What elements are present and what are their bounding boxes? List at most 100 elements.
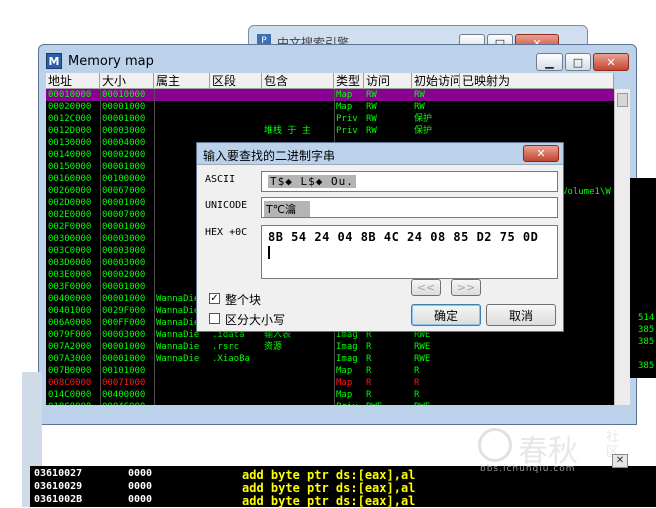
right-fragment: 385: [638, 361, 655, 371]
disasm-instruction: add byte ptr ds:[eax],al: [242, 481, 416, 495]
table-cell: 00010000: [48, 90, 92, 100]
table-cell: [156, 113, 210, 125]
table-cell: R: [366, 366, 372, 376]
table-row[interactable]: 018C00000004C000PrivRWERWE: [46, 401, 614, 405]
cancel-button[interactable]: 取消: [486, 304, 556, 326]
table-cell: [212, 101, 262, 113]
column-header-address[interactable]: 地址: [46, 73, 100, 89]
table-cell: 00150000: [48, 162, 92, 172]
table-cell: 0012C000: [48, 114, 92, 124]
column-header-size[interactable]: 大小: [100, 73, 154, 89]
right-fragment: 385: [638, 325, 655, 335]
table-cell: [462, 341, 612, 353]
table-row[interactable]: 0012D000 00003000 堆栈 于 主 Priv RW 保护: [46, 125, 614, 137]
table-cell: [264, 365, 334, 377]
table-cell: 00101000: [102, 366, 146, 376]
table-cell: 00401000: [48, 306, 92, 316]
table-cell: 00001000: [102, 354, 146, 364]
table-cell: [264, 89, 334, 101]
table-cell: 00002000: [102, 270, 146, 280]
table-cell: [156, 89, 210, 101]
table-cell: RWE: [414, 342, 431, 352]
table-cell: Map: [336, 102, 353, 112]
table-cell: 00001000: [102, 222, 146, 232]
table-row[interactable]: 008C0000 00071000 Map R R: [46, 377, 614, 389]
dialog-title: 输入要查找的二进制字串: [203, 149, 336, 163]
table-row[interactable]: 0012C000 00001000 Priv RW 保护: [46, 113, 614, 125]
close-button[interactable]: ✕: [593, 53, 629, 71]
table-row[interactable]: 007B0000 00101000 Map R R: [46, 365, 614, 377]
table-cell: Priv: [336, 401, 364, 405]
table-cell: Map: [336, 378, 353, 388]
table-cell: [264, 101, 334, 113]
table-cell: [212, 377, 262, 389]
background-panel: [630, 178, 656, 378]
table-cell: [212, 89, 262, 101]
table-cell: 00010000: [102, 90, 146, 100]
table-cell: Map: [336, 90, 353, 100]
unicode-field[interactable]: T℃瀹: [261, 197, 558, 218]
table-cell: 00071000: [102, 378, 146, 388]
scroll-thumb[interactable]: [617, 93, 628, 107]
table-cell: 0004C000: [102, 401, 154, 405]
table-cell: Priv: [336, 114, 358, 124]
table-cell: 00140000: [48, 150, 92, 160]
table-cell: 002E0000: [48, 210, 92, 220]
close-icon[interactable]: ✕: [612, 454, 628, 468]
table-row[interactable]: 00020000 00001000 Map RW RW: [46, 101, 614, 113]
table-cell: 00001000: [102, 294, 146, 304]
table-row[interactable]: 00010000 00010000 Map RW RW: [46, 89, 614, 101]
watermark-site: bbs.ichunqiu.com: [480, 464, 576, 474]
maximize-button[interactable]: □: [565, 53, 591, 71]
disasm-instruction: add byte ptr ds:[eax],al: [242, 468, 416, 482]
column-header-section[interactable]: 区段: [210, 73, 262, 89]
hex-field[interactable]: 8B 54 24 04 8B 4C 24 08 85 D2 75 0D: [261, 225, 558, 279]
table-cell: 保护: [414, 126, 433, 136]
column-header-type[interactable]: 类型: [334, 73, 364, 89]
case-sensitive-checkbox[interactable]: [209, 313, 220, 324]
table-cell: Imag: [336, 342, 358, 352]
table-cell: 00400000: [102, 390, 146, 400]
table-cell: 00003000: [102, 258, 146, 268]
table-row[interactable]: 007A2000 00001000 WannaDie .rsrc 资源 Imag R RWE: [46, 341, 614, 353]
ascii-value: T$◆ L$◆ Ou.: [268, 175, 356, 188]
table-cell: [462, 365, 612, 377]
dialog-close-button[interactable]: ✕: [523, 145, 559, 162]
table-cell: WannaDie: [156, 342, 200, 352]
app-icon: M: [46, 53, 62, 69]
disasm-bytes: 0000: [128, 494, 153, 505]
table-cell: 007A3000: [48, 354, 92, 364]
column-header-initial-access[interactable]: 初始访问: [412, 73, 460, 89]
binary-search-dialog: 输入要查找的二进制字串 ✕ ASCII T$◆ L$◆ Ou. UNICODE …: [196, 142, 564, 332]
table-cell: 003F0000: [48, 282, 92, 292]
table-cell: 002F0000: [48, 222, 92, 232]
next-button[interactable]: >>: [451, 279, 481, 296]
disasm-instruction: add byte ptr ds:[eax],al: [242, 494, 416, 508]
minimize-button[interactable]: ▁: [536, 53, 563, 71]
column-header-contains[interactable]: 包含: [262, 73, 334, 89]
table-cell: 资源: [264, 342, 283, 352]
text-cursor: [268, 246, 270, 259]
disasm-address: 0361002B: [34, 494, 83, 505]
hex-value: 8B 54 24 04 8B 4C 24 08 85 D2 75 0D: [268, 230, 539, 244]
table-cell: 003D0000: [48, 258, 92, 268]
table-row[interactable]: 007A3000 00001000 WannaDie .XiaoBa Imag R RWE: [46, 353, 614, 365]
table-cell: [462, 353, 612, 365]
table-cell: [264, 389, 334, 401]
whole-block-checkbox[interactable]: ✓: [209, 293, 220, 304]
ascii-field[interactable]: T$◆ L$◆ Ou.: [261, 171, 558, 192]
column-header-access[interactable]: 访问: [364, 73, 412, 89]
whole-block-label: 整个块: [225, 293, 262, 307]
column-header-owner[interactable]: 属主: [154, 73, 210, 89]
vertical-scrollbar[interactable]: [614, 89, 630, 405]
table-cell: 00001000: [102, 102, 146, 112]
column-header-mapped-as[interactable]: 已映射为: [460, 73, 614, 89]
table-cell: R: [366, 342, 372, 352]
mapped-fragment: Volume1\W: [562, 187, 611, 197]
table-cell: R: [366, 354, 372, 364]
right-fragment: 514: [638, 313, 655, 323]
table-row[interactable]: 014C0000 00400000 Map R R: [46, 389, 614, 401]
ok-button[interactable]: 确定: [411, 304, 481, 326]
prev-button[interactable]: <<: [411, 279, 441, 296]
table-cell: [462, 401, 612, 405]
